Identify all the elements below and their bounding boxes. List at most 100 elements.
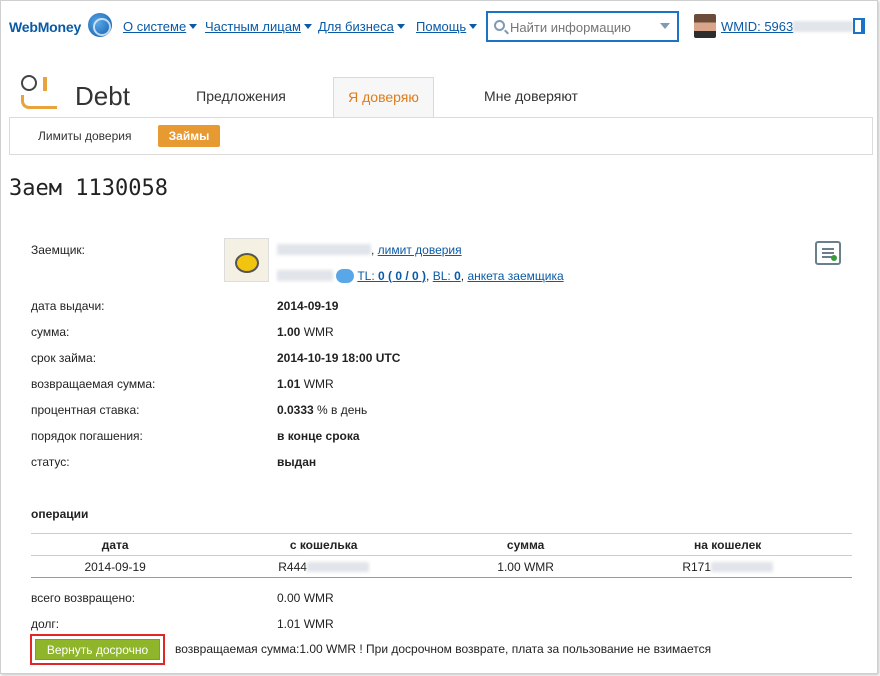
borrower-avatar xyxy=(224,238,269,282)
nav-business[interactable]: Для бизнеса xyxy=(318,19,405,34)
wallet-to: R171 xyxy=(682,559,711,574)
hand-icon xyxy=(21,95,57,109)
early-return-button[interactable]: Вернуть досрочно xyxy=(35,639,160,660)
detail-value: 2014-09-19 xyxy=(277,299,338,313)
logout-icon[interactable] xyxy=(853,18,865,34)
cell-amount: 1.00 WMR xyxy=(447,555,604,578)
detail-label: сумма: xyxy=(31,325,70,339)
detail-value-main: 1.01 xyxy=(277,377,301,391)
table-header-row: дата с кошелька сумма на кошелек xyxy=(31,533,852,556)
tab-offers[interactable]: Предложения xyxy=(181,77,301,118)
borrower-line-1: , лимит доверия xyxy=(277,243,462,257)
table-row: 2014-09-19 R444 1.00 WMR R171 xyxy=(31,555,852,578)
coin-icon xyxy=(235,253,259,273)
debt-label: долг: xyxy=(31,617,60,631)
column-header-date: дата xyxy=(31,533,200,556)
early-return-highlight: Вернуть досрочно xyxy=(30,634,165,665)
search-input[interactable] xyxy=(510,18,660,36)
subnav-trust-limits[interactable]: Лимиты доверия xyxy=(38,129,131,143)
detail-value-main: 2014-10-19 18:00 UTC xyxy=(277,351,401,365)
detail-label: статус: xyxy=(31,455,70,469)
cell-to: R171 xyxy=(603,555,852,578)
browser-frame: WebMoney О системе Частным лицам Для биз… xyxy=(0,0,878,674)
wmid-link[interactable]: WMID: 5963 xyxy=(721,19,854,34)
borrower-label: Заемщик: xyxy=(31,243,86,257)
cell-date: 2014-09-19 xyxy=(31,555,200,578)
top-navigation-bar: WebMoney О системе Частным лицам Для биз… xyxy=(1,1,877,53)
webmoney-logo[interactable]: WebMoney xyxy=(9,19,81,35)
tl-prefix: TL: xyxy=(357,269,379,283)
total-returned-value: 0.00 WMR xyxy=(277,591,334,605)
detail-label: порядок погашения: xyxy=(31,429,143,443)
detail-value-unit: WMR xyxy=(300,325,334,339)
detail-value: 2014-10-19 18:00 UTC xyxy=(277,351,400,365)
nav-help-label: Помощь xyxy=(416,19,467,34)
nav-about[interactable]: О системе xyxy=(123,19,198,34)
clock-icon xyxy=(21,75,37,91)
sub-navigation: Лимиты доверия Займы xyxy=(9,117,873,155)
wallet-to-redacted xyxy=(711,561,773,572)
detail-value-main: 2014-09-19 xyxy=(277,299,339,313)
wmid-redacted xyxy=(793,21,854,32)
user-avatar[interactable] xyxy=(694,14,716,38)
chevron-down-icon xyxy=(396,24,405,29)
detail-label: процентная ставка: xyxy=(31,403,140,417)
detail-value-main: в конце срока xyxy=(277,429,360,443)
detail-value: 1.01 WMR xyxy=(277,377,334,391)
debt-app-icon xyxy=(21,75,59,111)
borrower-name-redacted xyxy=(277,244,371,255)
search-dropdown-icon[interactable] xyxy=(660,23,670,29)
detail-value-main: выдан xyxy=(277,455,317,469)
cell-from: R444 xyxy=(199,555,448,578)
document-icon[interactable] xyxy=(815,241,841,265)
chat-icon[interactable] xyxy=(336,269,355,283)
detail-value: в конце срока xyxy=(277,429,360,443)
subnav-loans[interactable]: Займы xyxy=(158,125,220,147)
detail-value-main: 0.0333 xyxy=(277,403,314,417)
tl-link[interactable]: TL: 0 ( 0 / 0 ) xyxy=(357,269,426,283)
detail-value: 0.0333 % в день xyxy=(277,403,367,417)
nav-help[interactable]: Помощь xyxy=(416,19,478,34)
chevron-down-icon xyxy=(303,24,312,29)
arrow-down-icon xyxy=(43,77,47,91)
bl-link[interactable]: BL: 0 xyxy=(433,269,461,283)
nav-individuals[interactable]: Частным лицам xyxy=(205,19,312,34)
tl-value: 0 ( 0 / 0 ) xyxy=(378,269,427,283)
total-returned-label: всего возвращено: xyxy=(31,591,136,605)
bl-prefix: BL: xyxy=(432,269,455,283)
app-title: Debt xyxy=(75,81,130,111)
detail-value-main: 1.00 xyxy=(277,325,301,339)
column-header-to: на кошелек xyxy=(603,533,852,556)
column-header-amount: сумма xyxy=(447,533,604,556)
detail-label: срок займа: xyxy=(31,351,97,365)
detail-value: выдан xyxy=(277,455,316,469)
nav-about-label: О системе xyxy=(123,19,187,34)
detail-value-unit: % в день xyxy=(313,403,368,417)
borrower-wmid-redacted xyxy=(277,270,333,281)
search-box xyxy=(486,11,679,42)
bl-value: 0 xyxy=(454,269,461,283)
column-header-from: с кошелька xyxy=(199,533,448,556)
trust-limit-link[interactable]: лимит доверия xyxy=(378,243,462,257)
nav-business-label: Для бизнеса xyxy=(318,19,394,34)
operations-table: дата с кошелька сумма на кошелек 2014-09… xyxy=(31,533,852,578)
webmoney-globe-icon[interactable] xyxy=(88,13,112,37)
borrower-line-2: TL: 0 ( 0 / 0 ), BL: 0, анкета заемщика xyxy=(277,269,564,283)
early-return-note: возвращаемая сумма:1.00 WMR ! При досроч… xyxy=(175,642,712,656)
borrower-profile-link[interactable]: анкета заемщика xyxy=(467,269,563,283)
wallet-from-redacted xyxy=(306,561,369,572)
detail-label: возвращаемая сумма: xyxy=(31,377,156,391)
chevron-down-icon xyxy=(469,24,478,29)
tab-i-trust[interactable]: Я доверяю xyxy=(333,77,434,118)
debt-value: 1.01 WMR xyxy=(277,617,334,631)
detail-value-unit: WMR xyxy=(300,377,334,391)
operations-title: операции xyxy=(31,507,89,521)
nav-individuals-label: Частным лицам xyxy=(205,19,301,34)
search-icon[interactable] xyxy=(494,20,505,31)
tab-trust-me[interactable]: Мне доверяют xyxy=(461,77,601,118)
detail-value: 1.00 WMR xyxy=(277,325,334,339)
wallet-from: R444 xyxy=(278,559,307,574)
wmid-label: WMID: 5963 xyxy=(721,19,794,34)
page-title: Заем 1130058 xyxy=(9,176,168,201)
chevron-down-icon xyxy=(189,24,198,29)
